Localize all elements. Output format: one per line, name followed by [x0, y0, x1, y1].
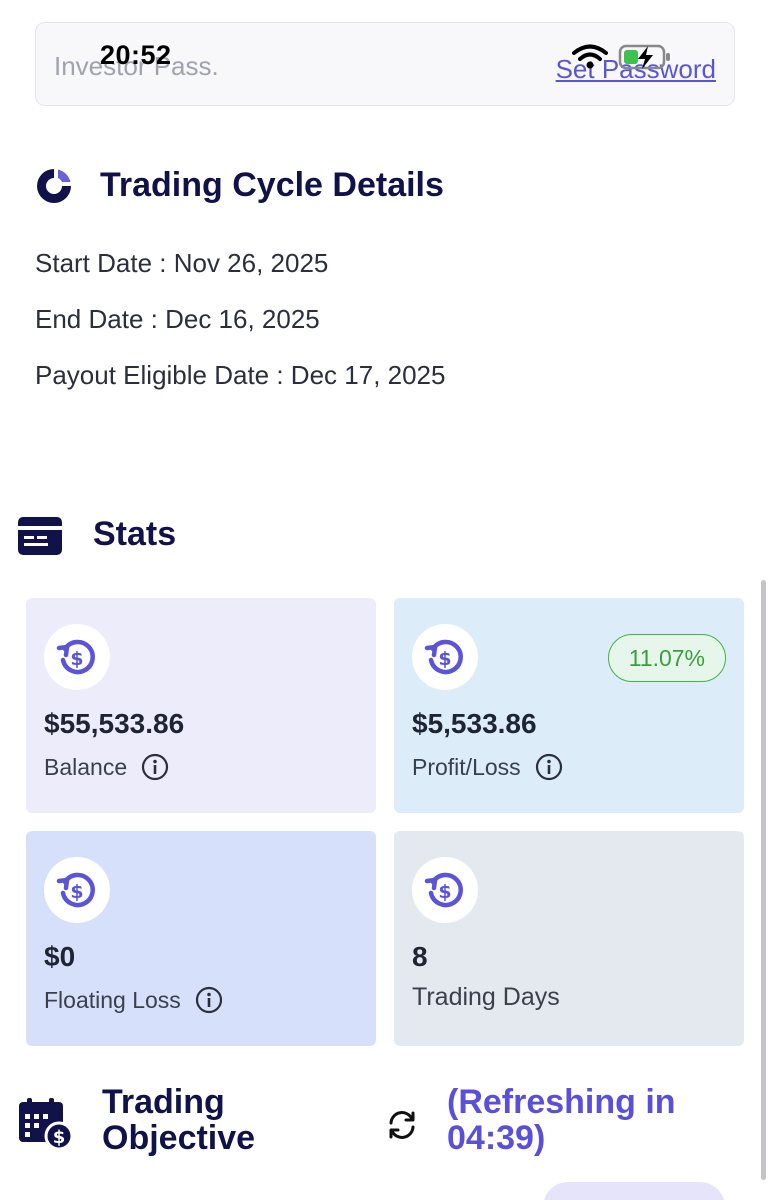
floating-loss-label: Floating Loss: [44, 986, 181, 1013]
balance-card: $ $55,533.86 Balance: [26, 598, 376, 813]
refresh-icon[interactable]: [385, 1108, 419, 1142]
balance-value: $55,533.86: [44, 708, 185, 739]
end-date: End Date : Dec 16, 2025: [35, 304, 320, 334]
floating-loss-coin: $: [44, 857, 110, 923]
profit-loss-value: $5,533.86: [412, 708, 537, 739]
cycle-icon: [37, 169, 71, 203]
floating-loss-value: $0: [44, 941, 76, 972]
info-icon[interactable]: [195, 986, 223, 1014]
profit-loss-coin: $: [412, 624, 478, 690]
battery-charging-icon: [618, 44, 670, 70]
info-icon[interactable]: [141, 753, 169, 781]
svg-text:$: $: [70, 881, 83, 903]
svg-text:$: $: [438, 648, 451, 670]
stats-title: Stats: [93, 515, 177, 553]
dollar-refresh-icon: $: [56, 639, 95, 675]
svg-text:$: $: [70, 648, 83, 670]
balance-label-row: Balance: [44, 753, 169, 781]
scrollbar[interactable]: [761, 580, 766, 1180]
trading-days-label: Trading Days: [412, 983, 560, 1011]
info-icon[interactable]: [535, 753, 563, 781]
dollar-refresh-icon: $: [424, 639, 463, 675]
floating-loss-label-row: Floating Loss: [44, 986, 223, 1014]
status-time: 20:52: [100, 40, 172, 70]
bottom-action-button[interactable]: [543, 1182, 725, 1200]
start-date: Start Date : Nov 26, 2025: [35, 248, 329, 278]
trading-objective-title: Trading Objective: [102, 1083, 256, 1157]
wifi-icon: [572, 44, 608, 69]
dollar-refresh-icon: $: [424, 872, 463, 908]
trading-cycle-title: Trading Cycle Details: [100, 166, 444, 204]
floating-loss-card: $ $0 Floating Loss: [26, 831, 376, 1046]
trading-days-value: 8: [412, 941, 428, 972]
profit-percent-badge: 11.07%: [607, 634, 726, 682]
profit-loss-label: Profit/Loss: [412, 753, 521, 780]
calendar-dollar-icon: $: [19, 1098, 73, 1150]
trading-days-coin: $: [412, 857, 478, 923]
balance-label: Balance: [44, 753, 128, 780]
svg-text:$: $: [438, 881, 451, 903]
page: Investor Pass. Set Password 20:52 Tradin…: [0, 0, 770, 1200]
trading-days-card: $ 8 Trading Days: [394, 831, 744, 1046]
profit-loss-label-row: Profit/Loss: [412, 753, 563, 781]
profit-loss-card: $ 11.07% $5,533.86 Profit/Loss: [394, 598, 744, 813]
stats-card-icon: [18, 517, 62, 555]
balance-coin: $: [44, 624, 110, 690]
svg-text:$: $: [53, 1127, 66, 1148]
refresh-countdown: (Refreshing in 04:39): [447, 1083, 676, 1157]
dollar-refresh-icon: $: [56, 872, 95, 908]
payout-eligible-date: Payout Eligible Date : Dec 17, 2025: [35, 360, 446, 390]
